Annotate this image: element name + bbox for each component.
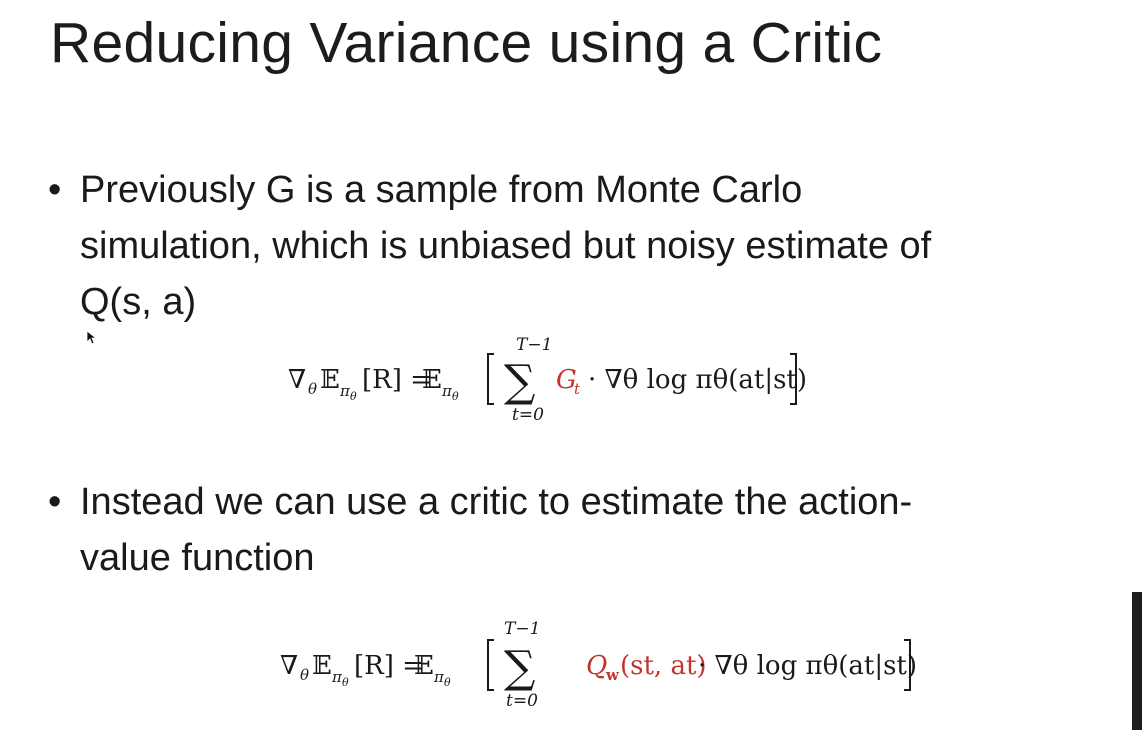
equation-1: ∇ θ 𝔼 π θ [R] = 𝔼 π θ T−1 ∑ t=0 G t · ∇θ… — [288, 335, 807, 425]
eq2-left-bracket — [487, 639, 494, 691]
eq2-rest: · ∇θ log πθ(at|st) — [698, 651, 917, 681]
eq2-theta-sub-2: θ — [444, 676, 451, 689]
eq1-sum-upper: T−1 — [516, 335, 552, 355]
eq1-rest: · ∇θ log πθ(at|st) — [588, 365, 807, 395]
eq1-expect-2: 𝔼 — [422, 365, 442, 395]
eq1-sum-lower: t=0 — [512, 405, 544, 425]
eq2-weight-args: (st, at) — [620, 651, 707, 681]
slide: Reducing Variance using a Critic • Previ… — [0, 0, 1142, 730]
eq2-weight: Q — [586, 651, 607, 681]
eq1-expect: 𝔼 — [320, 365, 340, 395]
bullet-1-line-1: Previously G is a sample from Monte Carl… — [80, 169, 803, 211]
eq2-sum-upper: T−1 — [504, 619, 540, 639]
eq1-theta-sub-2: θ — [452, 390, 459, 403]
bullet-2-line-1: Instead we can use a critic to estimate … — [80, 481, 913, 523]
eq2-weight-sub: w — [605, 666, 620, 684]
eq2-theta: θ — [300, 666, 309, 684]
bullet-1-text: Previously G is a sample from Monte Carl… — [80, 162, 931, 330]
slide-title: Reducing Variance using a Critic — [50, 11, 883, 75]
eq1-left-bracket — [487, 353, 494, 405]
eq2-nabla: ∇ — [280, 651, 298, 681]
eq1-sum: ∑ — [504, 356, 535, 407]
eq1-theta-sub: θ — [350, 390, 357, 403]
eq2-sum: ∑ — [504, 642, 535, 693]
equation-2: ∇ θ 𝔼 π θ [R] = 𝔼 π θ T−1 ∑ t=0 Q w (st,… — [280, 619, 917, 711]
bullet-2-line-2: value function — [80, 537, 315, 579]
bullet-dot: • — [48, 481, 62, 523]
mouse-cursor-icon — [86, 330, 98, 345]
eq1-weight-sub: t — [574, 380, 581, 398]
eq1-nabla: ∇ — [288, 365, 306, 395]
bullet-1-line-3: Q(s, a) — [80, 281, 197, 323]
eq1-theta: θ — [308, 380, 317, 398]
eq2-sum-lower: t=0 — [506, 691, 538, 711]
bullet-2-text: Instead we can use a critic to estimate … — [80, 474, 912, 586]
bullet-dot: • — [48, 169, 62, 211]
eq2-expect-2: 𝔼 — [414, 651, 434, 681]
edge-bar — [1132, 592, 1142, 730]
eq2-theta-sub: θ — [342, 676, 349, 689]
eq2-expect: 𝔼 — [312, 651, 332, 681]
bullet-1-line-2: simulation, which is unbiased but noisy … — [80, 225, 932, 267]
